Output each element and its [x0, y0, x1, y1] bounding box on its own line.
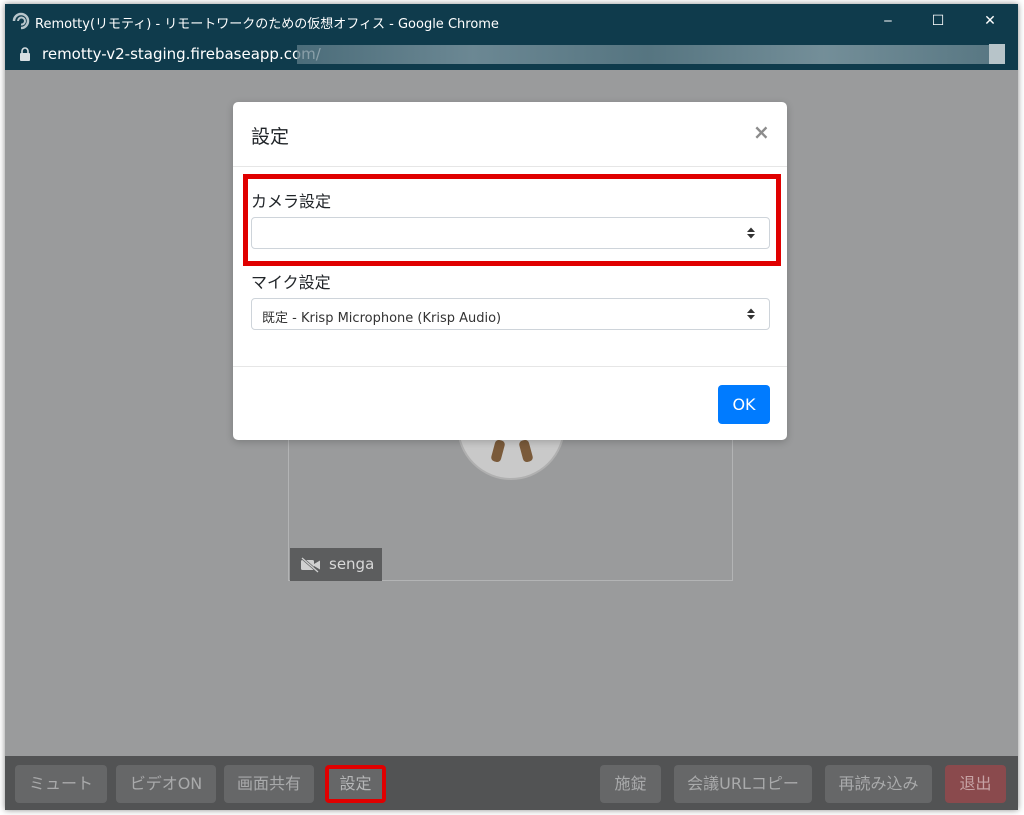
select-arrows-icon [747, 308, 755, 320]
modal-close-button[interactable]: × [753, 120, 770, 144]
modal-footer: OK [233, 366, 787, 440]
close-window-button[interactable]: ✕ [977, 9, 1003, 33]
mic-select[interactable]: 既定 - Krisp Microphone (Krisp Audio) [251, 298, 770, 330]
camera-setting-label: カメラ設定 [251, 192, 332, 211]
modal-title: 設定 [251, 126, 290, 148]
video-on-button[interactable]: ビデオON [116, 765, 216, 803]
browser-window: Remotty(リモティ) - リモートワークのための仮想オフィス - Goog… [5, 4, 1018, 810]
lock-icon [20, 47, 30, 61]
minimize-button[interactable]: ‒ [875, 9, 901, 33]
settings-modal: 設定 × カメラ設定 マイク設定 既定 - Krisp Microphone (… [233, 102, 787, 440]
screen-share-button[interactable]: 画面共有 [224, 765, 314, 803]
maximize-button[interactable]: ☐ [925, 9, 951, 33]
video-off-icon [301, 557, 320, 573]
address-bar[interactable]: remotty-v2-staging.firebaseapp.com/ [5, 38, 1018, 70]
title-bar: Remotty(リモティ) - リモートワークのための仮想オフィス - Goog… [5, 4, 1018, 38]
modal-header: 設定 × [233, 102, 787, 167]
camera-select[interactable] [251, 217, 770, 249]
participant-name: senga [329, 555, 375, 573]
copy-meeting-url-button[interactable]: 会議URLコピー [674, 765, 812, 803]
remotty-logo-icon [12, 12, 30, 30]
meeting-toolbar: ミュート ビデオON 画面共有 設定 施錠 会議URLコピー 再読み込み 退出 [5, 756, 1018, 810]
modal-body: カメラ設定 マイク設定 既定 - Krisp Microphone (Krisp… [233, 167, 787, 366]
exit-button[interactable]: 退出 [945, 765, 1006, 803]
ok-button[interactable]: OK [718, 385, 770, 424]
window-title: Remotty(リモティ) - リモートワークのための仮想オフィス - Goog… [35, 17, 499, 32]
url-text[interactable]: remotty-v2-staging.firebaseapp.com/ [42, 45, 321, 63]
url-redacted-end [989, 44, 1005, 64]
url-redacted [297, 45, 999, 64]
mute-button[interactable]: ミュート [15, 765, 107, 803]
mic-setting-label: マイク設定 [251, 273, 331, 292]
participant-name-tag: senga [290, 548, 382, 581]
lock-room-button[interactable]: 施錠 [600, 765, 661, 803]
reload-button[interactable]: 再読み込み [825, 765, 932, 803]
mic-select-value: 既定 - Krisp Microphone (Krisp Audio) [262, 311, 502, 326]
select-arrows-icon [747, 227, 755, 239]
settings-button[interactable]: 設定 [325, 765, 386, 803]
